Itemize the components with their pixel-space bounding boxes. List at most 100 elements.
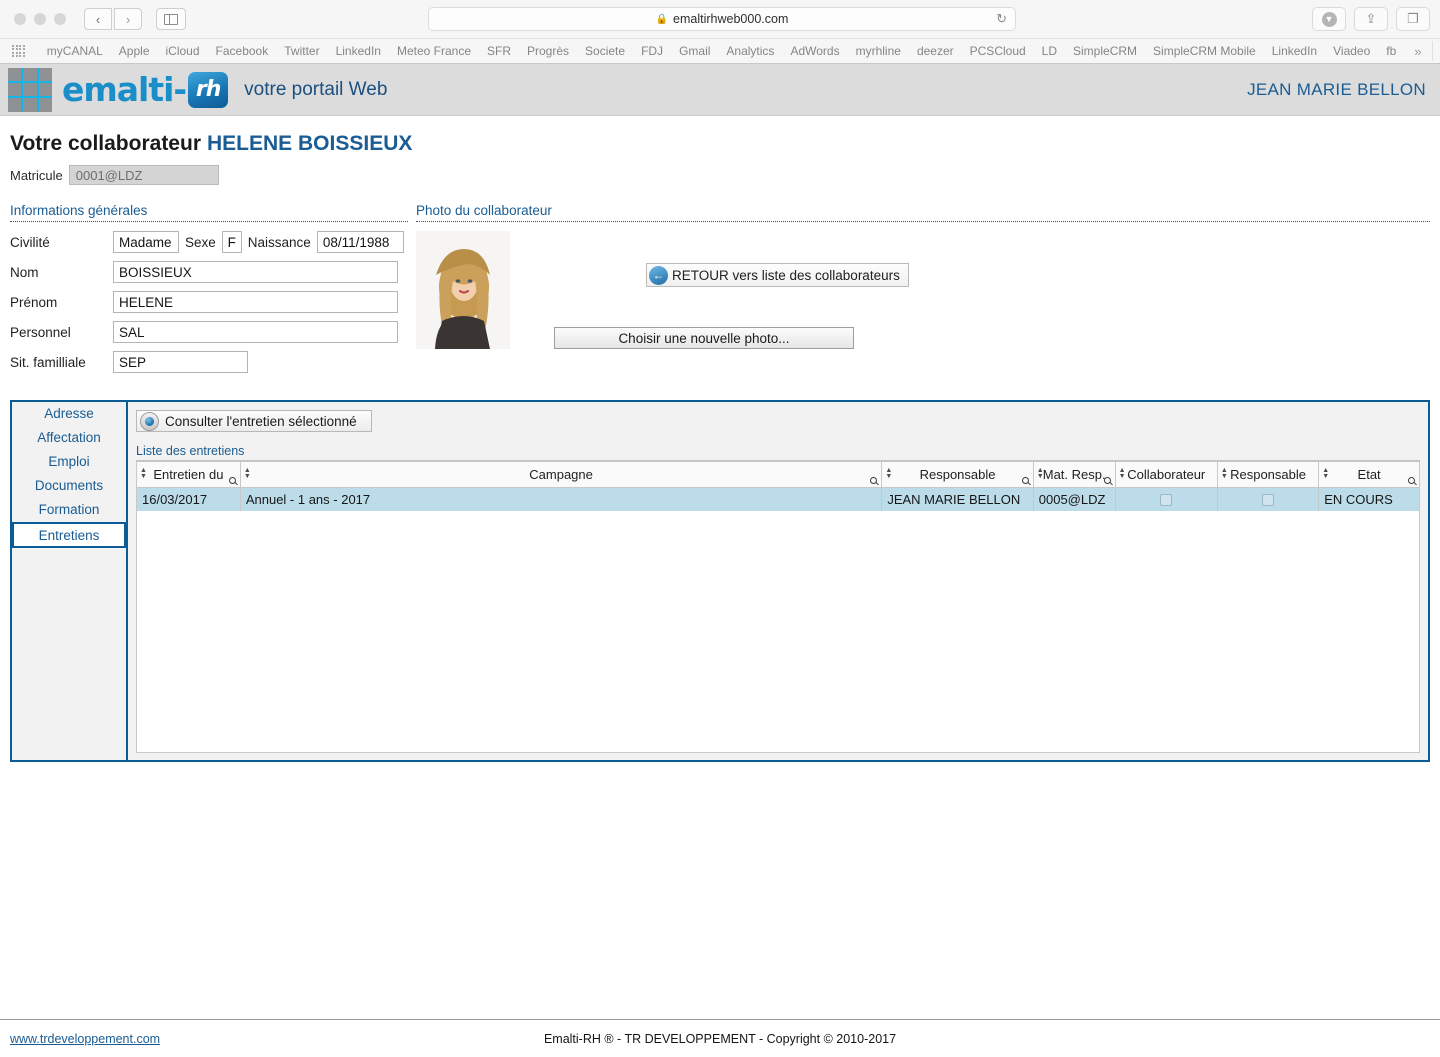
sidebar-item-entretiens[interactable]: Entretiens xyxy=(12,522,126,548)
search-icon[interactable] xyxy=(228,476,236,484)
bookmark-item[interactable]: Viadeo xyxy=(1325,44,1378,58)
bookmark-item[interactable]: Progrès xyxy=(519,44,577,58)
toolbar-right-buttons: ▼ ⇪ ❐ xyxy=(1312,7,1430,31)
bookmark-item[interactable]: Facebook xyxy=(208,44,277,58)
column-header-entretien-du[interactable]: ▲ ▼ Entretien du xyxy=(137,462,241,488)
sort-arrows-icon[interactable]: ▲ ▼ xyxy=(885,467,892,480)
bookmark-item[interactable]: Meteo France xyxy=(389,44,479,58)
bookmark-item[interactable]: PCSCloud xyxy=(962,44,1034,58)
column-header-campagne[interactable]: ▲ ▼ Campagne xyxy=(240,462,883,488)
bookmark-item[interactable]: Analytics xyxy=(718,44,782,58)
sort-arrows-icon[interactable]: ▲ ▼ xyxy=(140,467,147,480)
page-content: Votre collaborateur HELENE BOISSIEUX ← RE… xyxy=(0,116,1440,1022)
form-row-personnel: Personnel SAL xyxy=(10,321,408,343)
column-header-collaborateur[interactable]: ▲ ▼ Collaborateur xyxy=(1115,462,1218,488)
bookmark-item[interactable]: Twitter xyxy=(276,44,327,58)
search-icon[interactable] xyxy=(870,476,878,484)
column-header-responsable[interactable]: ▲ ▼ Responsable xyxy=(881,462,1034,488)
sort-arrows-icon[interactable]: ▲ ▼ xyxy=(1119,467,1126,480)
column-label: Mat. Resp. xyxy=(1042,466,1106,482)
forward-button[interactable]: › xyxy=(114,8,142,30)
situation-field[interactable]: SEP xyxy=(113,351,248,373)
sidebar-item-emploi[interactable]: Emploi xyxy=(12,450,126,474)
sort-arrows-icon[interactable]: ▲ ▼ xyxy=(1221,467,1228,480)
reload-icon[interactable]: ↻ xyxy=(996,11,1007,27)
interviews-table-container[interactable]: ▲ ▼ Entretien du ▲ ▼ Campagne ▲ ▼ Respon… xyxy=(136,461,1420,753)
bookmark-item[interactable]: myrhline xyxy=(848,44,909,58)
close-window-button[interactable] xyxy=(14,13,26,25)
civilite-field[interactable]: Madame xyxy=(113,231,179,253)
bookmark-item[interactable]: SimpleCRM Mobile xyxy=(1145,44,1264,58)
app-header: emalti- rh votre portail Web JEAN MARIE … xyxy=(0,64,1440,116)
developer-website-link[interactable]: www.trdeveloppement.com xyxy=(10,1032,160,1046)
search-icon[interactable] xyxy=(1103,476,1111,484)
naissance-field[interactable]: 08/11/1988 xyxy=(316,231,404,253)
bookmark-item[interactable]: deezer xyxy=(909,44,962,58)
page-title: Votre collaborateur HELENE BOISSIEUX xyxy=(10,132,412,156)
new-tab-button[interactable]: + xyxy=(1431,41,1440,61)
sexe-field[interactable]: F xyxy=(221,231,242,253)
sidebar-item-affectation[interactable]: Affectation xyxy=(12,426,126,450)
bookmark-item[interactable]: Gmail xyxy=(671,44,718,58)
table-row[interactable]: 16/03/2017 Annuel - 1 ans - 2017 JEAN MA… xyxy=(137,487,1419,511)
column-label: Responsable xyxy=(1230,466,1306,482)
maximize-window-button[interactable] xyxy=(54,13,66,25)
search-icon[interactable] xyxy=(1408,476,1415,484)
column-header-etat[interactable]: ▲ ▼ Etat xyxy=(1318,462,1419,488)
column-label: Campagne xyxy=(529,466,593,482)
address-bar[interactable]: 🔒 emaltirhweb000.com ↻ xyxy=(428,7,1016,31)
column-header-responsable-check[interactable]: ▲ ▼ Responsable xyxy=(1217,462,1320,488)
photo-illustration xyxy=(416,231,510,349)
bookmark-item[interactable]: FDJ xyxy=(633,44,671,58)
bookmark-item[interactable]: Apple xyxy=(111,44,158,58)
personnel-field[interactable]: SAL xyxy=(113,321,398,343)
consult-interview-button[interactable]: Consulter l'entretien sélectionné xyxy=(136,410,372,432)
bookmark-item[interactable]: myCANAL xyxy=(39,44,111,58)
bookmark-item[interactable]: Societe xyxy=(577,44,633,58)
sidebar-item-adresse[interactable]: Adresse xyxy=(12,402,126,426)
bookmark-item[interactable]: LinkedIn xyxy=(1264,44,1325,58)
cell-collaborateur xyxy=(1115,487,1218,511)
back-button[interactable]: ‹ xyxy=(84,8,112,30)
downloads-button[interactable]: ▼ xyxy=(1312,7,1346,31)
photo-section-title: Photo du collaborateur xyxy=(416,203,1430,222)
tab-column: Adresse Affectation Emploi Documents For… xyxy=(10,400,128,762)
sidebar-item-documents[interactable]: Documents xyxy=(12,474,126,498)
sidebar-toggle-button[interactable] xyxy=(156,8,186,30)
prenom-field[interactable]: HELENE xyxy=(113,291,398,313)
choose-photo-button[interactable]: Choisir une nouvelle photo... xyxy=(554,327,854,349)
bookmarks-overflow-button[interactable]: » xyxy=(1404,44,1431,59)
responsable-checkbox[interactable] xyxy=(1262,494,1275,507)
bookmark-item[interactable]: AdWords xyxy=(782,44,847,58)
sort-arrows-icon[interactable]: ▲ ▼ xyxy=(244,467,251,480)
personnel-label: Personnel xyxy=(10,324,71,340)
minimize-window-button[interactable] xyxy=(34,13,46,25)
column-header-mat-resp[interactable]: ▲ ▼ Mat. Resp. xyxy=(1033,462,1116,488)
share-button[interactable]: ⇪ xyxy=(1354,7,1388,31)
collaborateur-checkbox[interactable] xyxy=(1160,494,1173,507)
bookmark-item[interactable]: SFR xyxy=(479,44,519,58)
window-traffic-lights[interactable] xyxy=(14,13,66,25)
sort-arrows-icon[interactable]: ▲ ▼ xyxy=(1322,467,1329,480)
column-label: Etat xyxy=(1357,466,1381,482)
bookmark-item[interactable]: LD xyxy=(1034,44,1065,58)
sort-arrows-icon[interactable]: ▲ ▼ xyxy=(1037,467,1044,480)
cell-campagne: Annuel - 1 ans - 2017 xyxy=(240,487,883,511)
info-sections: Informations générales Civilité Madame S… xyxy=(10,203,1430,381)
consult-interview-label: Consulter l'entretien sélectionné xyxy=(165,413,357,429)
bookmark-item[interactable]: fb xyxy=(1378,44,1404,58)
back-to-list-button[interactable]: ← RETOUR vers liste des collaborateurs xyxy=(646,263,909,287)
general-info-form: Civilité Madame Sexe F Naissance 08/11/1… xyxy=(10,231,408,373)
cell-mat-resp: 0005@LDZ xyxy=(1033,487,1116,511)
search-icon[interactable] xyxy=(1021,476,1029,484)
form-row-civilite: Civilité Madame Sexe F Naissance 08/11/1… xyxy=(10,231,408,253)
bookmark-item[interactable]: SimpleCRM xyxy=(1065,44,1145,58)
page-title-employee: HELENE BOISSIEUX xyxy=(207,132,413,155)
nom-field[interactable]: BOISSIEUX xyxy=(113,261,398,283)
download-icon: ▼ xyxy=(1321,11,1337,27)
bookmark-item[interactable]: iCloud xyxy=(158,44,208,58)
show-tabs-button[interactable]: ❐ xyxy=(1396,7,1430,31)
apps-grid-icon[interactable] xyxy=(12,44,25,58)
bookmark-item[interactable]: LinkedIn xyxy=(328,44,389,58)
sidebar-item-formation[interactable]: Formation xyxy=(12,498,126,522)
